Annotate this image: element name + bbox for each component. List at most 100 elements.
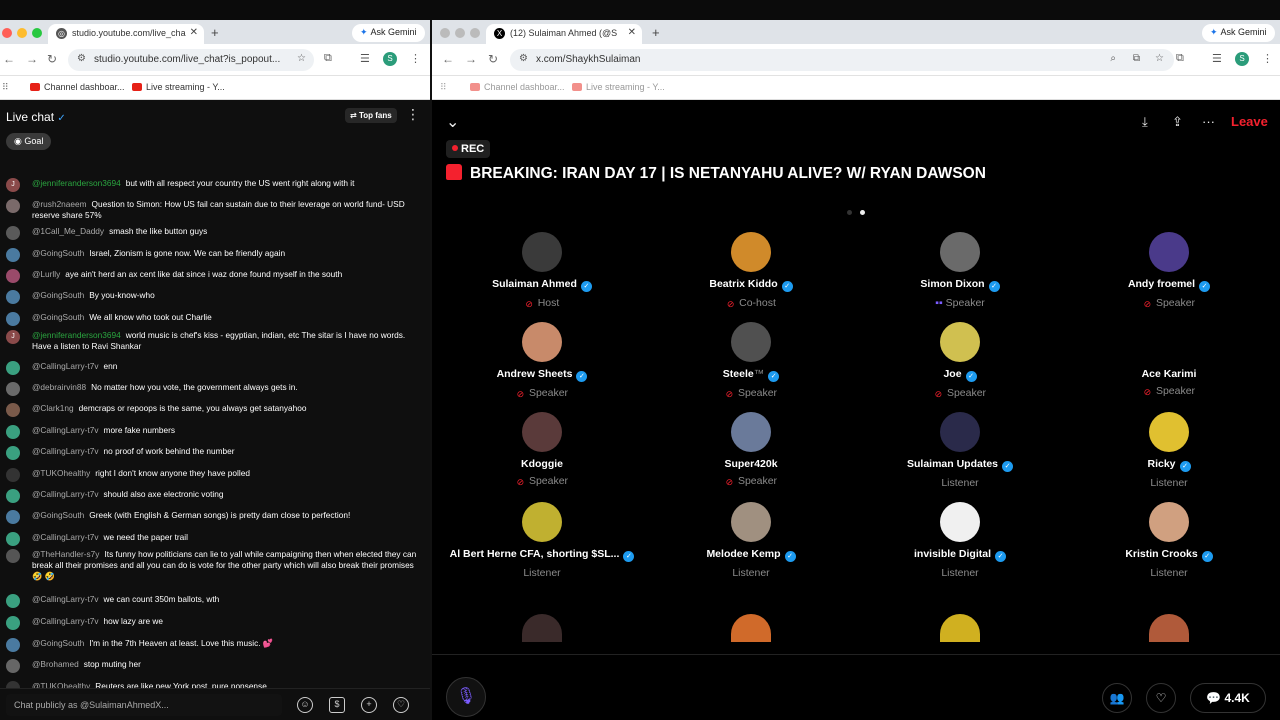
- participant[interactable]: Beatrix Kiddo ✓ ⊘ Co-host: [651, 232, 851, 309]
- leave-button[interactable]: Leave: [1231, 114, 1268, 129]
- participant[interactable]: Al Bert Herne CFA, shorting $SL... ✓ Liste…: [442, 502, 642, 579]
- bookmark-star-icon[interactable]: ☆: [297, 53, 306, 64]
- tab-x-profile[interactable]: X (12) Sulaiman Ahmed (@S ✕: [486, 24, 642, 44]
- participant[interactable]: Super420k ⊘ Speaker: [651, 412, 851, 487]
- chat-message[interactable]: @GoingSouth Greek (with English & German …: [6, 510, 418, 524]
- chat-message[interactable]: @CallingLarry-t7v how lazy are we: [6, 616, 418, 630]
- chat-message[interactable]: @1Call_Me_Daddy smash the like button guy…: [6, 226, 418, 240]
- chat-message[interactable]: @CallingLarry-t7v should also axe electro…: [6, 489, 418, 503]
- people-icon[interactable]: 👥: [1102, 683, 1132, 713]
- top-fans-dropdown[interactable]: ⇄ Top fans: [345, 108, 397, 123]
- extensions-icon[interactable]: ☰: [1212, 52, 1222, 65]
- participant[interactable]: invisible Digital ✓ Listener: [860, 502, 1060, 579]
- chat-message[interactable]: @Lurlly aye ain't herd an ax cent like da…: [6, 269, 418, 283]
- chat-author[interactable]: @CallingLarry-t7v: [32, 446, 99, 456]
- apps-grid-icon[interactable]: ⠿: [2, 82, 9, 93]
- profile-avatar[interactable]: S: [383, 52, 397, 66]
- participant[interactable]: Andrew Sheets ✓ ⊘ Speaker: [442, 322, 642, 399]
- participant[interactable]: Sulaiman Updates ✓ Listener: [860, 412, 1060, 489]
- chat-message[interactable]: @GoingSouth By you-know-who: [6, 290, 418, 304]
- new-tab-button[interactable]: +: [652, 25, 660, 40]
- participant[interactable]: Simon Dixon ✓ ▪▪ Speaker: [860, 232, 1060, 309]
- bookmark-live-streaming[interactable]: Live streaming - Y...: [572, 82, 665, 92]
- address-bar[interactable]: ⚙ studio.youtube.com/live_chat?is_popout…: [68, 49, 314, 71]
- goal-button[interactable]: ◉ Goal: [6, 133, 52, 150]
- install-icon[interactable]: ⧉: [1133, 53, 1140, 64]
- close-tab-icon[interactable]: ✕: [628, 27, 636, 38]
- avatar[interactable]: [6, 269, 20, 283]
- chat-message-list[interactable]: J @jenniferanderson3694 but with all respe…: [0, 156, 428, 696]
- chat-message[interactable]: @CallingLarry-t7v no proof of work behind…: [6, 446, 418, 460]
- chat-author[interactable]: @CallingLarry-t7v: [32, 616, 99, 626]
- chat-author[interactable]: @CallingLarry-t7v: [32, 361, 99, 371]
- heart-icon[interactable]: ♡: [393, 697, 409, 713]
- participant[interactable]: Ace Karimi ⊘ Speaker: [1069, 322, 1269, 397]
- new-tab-button[interactable]: +: [211, 25, 219, 40]
- avatar[interactable]: [6, 425, 20, 439]
- chat-author[interactable]: @GoingSouth: [32, 638, 84, 648]
- avatar[interactable]: [6, 226, 20, 240]
- chat-author[interactable]: @Lurlly: [32, 269, 60, 279]
- heart-add-icon[interactable]: ♡: [1146, 683, 1176, 713]
- participant[interactable]: Andy froemel ✓ ⊘ Speaker: [1069, 232, 1269, 309]
- participant[interactable]: Steele™ ✓ ⊘ Speaker: [651, 322, 851, 399]
- chat-author[interactable]: @CallingLarry-t7v: [32, 594, 99, 604]
- chat-author[interactable]: @1Call_Me_Daddy: [32, 226, 104, 236]
- chat-author[interactable]: @rush2naeem: [32, 199, 87, 209]
- chat-author[interactable]: @CallingLarry-t7v: [32, 425, 99, 435]
- ask-gemini-button[interactable]: ✦ Ask Gemini: [1202, 24, 1275, 42]
- chat-message[interactable]: J @jenniferanderson3694 but with all respe…: [6, 178, 418, 192]
- close-tab-icon[interactable]: ✕: [190, 27, 198, 38]
- collapse-chevron-icon[interactable]: ⌄: [446, 112, 459, 132]
- chat-author[interactable]: @GoingSouth: [32, 510, 84, 520]
- avatar[interactable]: [6, 468, 20, 482]
- avatar[interactable]: [6, 248, 20, 262]
- chat-author[interactable]: @TUKOhealthy: [32, 468, 90, 478]
- chat-message[interactable]: @Clark1ng demcraps or repoops is the same…: [6, 403, 418, 417]
- minimize-window-button[interactable]: [17, 28, 27, 38]
- minimize-space-icon[interactable]: ⤓: [1142, 114, 1148, 130]
- chat-message[interactable]: J @jenniferanderson3694 world music is che…: [6, 330, 418, 352]
- chat-message[interactable]: @TUKOhealthy right I don't know anyone th…: [6, 468, 418, 482]
- forward-icon[interactable]: →: [465, 52, 477, 66]
- chat-message[interactable]: @CallingLarry-t7v more fake numbers: [6, 425, 418, 439]
- participant[interactable]: Sulaiman Ahmed ✓ ⊘ Host: [442, 232, 642, 309]
- add-icon[interactable]: +: [361, 697, 377, 713]
- super-chat-icon[interactable]: $: [329, 697, 345, 713]
- chat-message[interactable]: @rush2naeem Question to Simon: How US fai…: [6, 199, 418, 221]
- site-info-icon[interactable]: ⚙: [519, 53, 528, 64]
- avatar[interactable]: [6, 532, 20, 546]
- chat-message[interactable]: @GoingSouth Israel, Zionism is gone now. …: [6, 248, 418, 262]
- chat-author[interactable]: @GoingSouth: [32, 248, 84, 258]
- participant[interactable]: Ricky ✓ Listener: [1069, 412, 1269, 489]
- avatar[interactable]: [6, 489, 20, 503]
- avatar[interactable]: [6, 403, 20, 417]
- address-bar[interactable]: ⚙ x.com/ShaykhSulaiman ⌕ ⧉ ☆: [510, 49, 1174, 71]
- chat-input[interactable]: Chat publicly as @SulaimanAhmedX...: [6, 694, 282, 716]
- avatar[interactable]: J: [6, 330, 20, 344]
- apps-grid-icon[interactable]: ⠿: [440, 82, 447, 93]
- browser-menu-icon[interactable]: ⋮: [1262, 52, 1273, 65]
- cast-icon[interactable]: ⧉: [324, 52, 332, 65]
- chevron-down-icon[interactable]: ✓: [57, 113, 65, 124]
- page-dot-active[interactable]: [860, 210, 865, 215]
- avatar[interactable]: [6, 638, 20, 652]
- cast-icon[interactable]: ⧉: [1176, 52, 1184, 65]
- avatar[interactable]: [6, 616, 20, 630]
- avatar[interactable]: [6, 510, 20, 524]
- share-icon[interactable]: ⇪: [1172, 114, 1183, 130]
- chat-author[interactable]: @jenniferanderson3694: [32, 330, 121, 340]
- chat-message[interactable]: @TheHandler-s7y Its funny how politicians…: [6, 549, 418, 582]
- maximize-window-button[interactable]: [32, 28, 42, 38]
- zoom-icon[interactable]: ⌕: [1110, 53, 1116, 64]
- chat-author[interactable]: @CallingLarry-t7v: [32, 532, 99, 542]
- avatar[interactable]: [6, 659, 20, 673]
- microphone-icon[interactable]: 🎙: [446, 677, 486, 717]
- avatar[interactable]: J: [6, 178, 20, 192]
- avatar[interactable]: [6, 446, 20, 460]
- more-icon[interactable]: ···: [1202, 114, 1215, 129]
- chat-message[interactable]: @CallingLarry-t7v we need the paper trail: [6, 532, 418, 546]
- reload-icon[interactable]: ↻: [47, 52, 57, 66]
- tab-youtube-studio[interactable]: ◎ studio.youtube.com/live_cha ✕: [48, 24, 204, 44]
- participant[interactable]: Melodee Kemp ✓ Listener: [651, 502, 851, 579]
